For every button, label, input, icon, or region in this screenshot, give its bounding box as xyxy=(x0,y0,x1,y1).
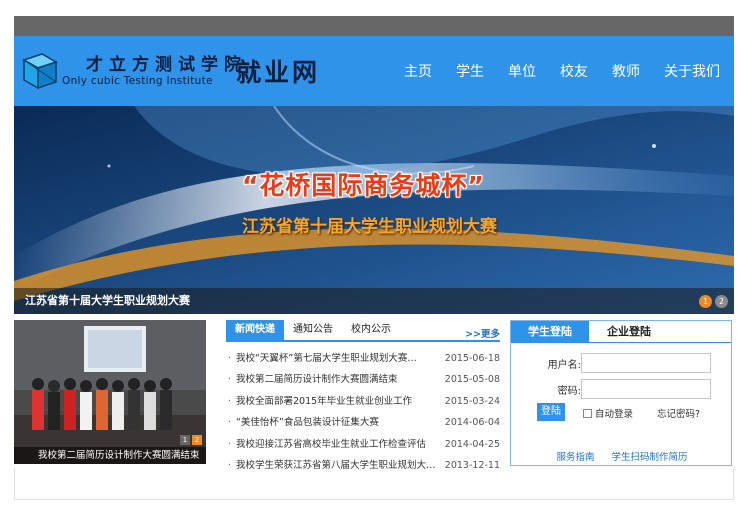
site-header: 才立方测试学院 Only cubic Testing Institute 就业网… xyxy=(14,36,734,106)
news-more-label: 更多 xyxy=(480,329,500,340)
content-frame-border xyxy=(14,468,734,500)
cube-logo-icon xyxy=(22,53,58,90)
top-strip xyxy=(14,16,734,36)
service-guide-link[interactable]: 服务指南 xyxy=(556,452,594,463)
news-item-date: 2015-03-24 xyxy=(444,395,500,407)
news-list: · 我校“天翼杯”第七届大学生职业规划大赛… 2015-06-18 · 我校第二… xyxy=(226,348,500,476)
bullet-icon: · xyxy=(228,395,232,407)
auto-login-toggle[interactable]: 自动登录 xyxy=(583,406,633,420)
news-item-title: 我校“天翼杯”第七届大学生职业规划大赛… xyxy=(236,353,417,364)
news-panel: 新闻快递 通知公告 校内公示 >>更多 · 我校“天翼杯”第七届大学生职业规划大… xyxy=(226,320,500,471)
bullet-icon: · xyxy=(228,374,232,386)
news-item[interactable]: · 我校全面部署2015年毕业生就业创业工作 2015-03-24 xyxy=(226,391,500,412)
news-item[interactable]: · 我校“天翼杯”第七届大学生职业规划大赛… 2015-06-18 xyxy=(226,348,500,369)
password-input[interactable] xyxy=(581,379,711,399)
password-label: 密码: xyxy=(557,386,581,397)
news-more-link[interactable]: >>更多 xyxy=(465,326,500,340)
news-item-date: 2014-04-25 xyxy=(444,438,500,450)
login-panel: 学生登陆 企业登陆 用户名: 密码: 登陆 自动登录 忘记密码? 服务指南 学生… xyxy=(510,320,732,466)
news-item-date: 2014-06-04 xyxy=(444,417,500,429)
bullet-icon: · xyxy=(228,438,232,450)
tab-campus-announcements[interactable]: 校内公示 xyxy=(342,320,400,340)
username-input[interactable] xyxy=(581,353,711,373)
banner-headline: “花桥国际商务城杯” xyxy=(242,171,485,200)
banner-subline: 江苏省第十届大学生职业规划大赛 xyxy=(242,217,497,237)
nav-home[interactable]: 主页 xyxy=(404,61,432,81)
news-photo-slider[interactable]: 1 2 我校第二届简历设计制作大赛圆满结束 xyxy=(14,320,206,464)
banner-dot-1[interactable]: 1 xyxy=(699,295,712,308)
news-item-title: 我校第二届简历设计制作大赛圆满结束 xyxy=(236,374,398,386)
news-item[interactable]: · 我校迎接江苏省高校毕业生就业工作检查评估 2014-04-25 xyxy=(226,434,500,455)
hero-banner[interactable]: “花桥国际商务城杯” 江苏省第十届大学生职业规划大赛 江苏省第十届大学生职业规划… xyxy=(14,106,734,314)
photo-page-2[interactable]: 2 xyxy=(192,435,202,445)
news-item[interactable]: · “美佳怡杯”食品包装设计征集大赛 2014-06-04 xyxy=(226,412,500,433)
username-row: 用户名: xyxy=(511,353,733,373)
login-button[interactable]: 登陆 xyxy=(537,403,565,421)
login-links: 服务指南 学生扫码制作简历 xyxy=(511,449,733,463)
banner-pager: 1 2 xyxy=(699,295,728,308)
tab-employer-login[interactable]: 企业登陆 xyxy=(589,321,669,343)
banner-caption: 江苏省第十届大学生职业规划大赛 xyxy=(25,294,190,307)
photo-pager: 1 2 xyxy=(180,435,202,445)
password-row: 密码: xyxy=(511,379,733,399)
news-item-title: 我校全面部署2015年毕业生就业创业工作 xyxy=(236,395,413,407)
auto-login-checkbox[interactable] xyxy=(583,408,592,418)
auto-login-label: 自动登录 xyxy=(595,409,634,420)
tab-student-login[interactable]: 学生登陆 xyxy=(511,321,589,343)
news-item[interactable]: · 我校第二届简历设计制作大赛圆满结束 2015-05-08 xyxy=(226,369,500,390)
page: 才立方测试学院 Only cubic Testing Institute 就业网… xyxy=(0,0,750,520)
nav-employers[interactable]: 单位 xyxy=(508,61,536,81)
news-tabs: 新闻快递 通知公告 校内公示 >>更多 xyxy=(226,320,500,342)
main-nav: 主页 学生 单位 校友 教师 关于我们 xyxy=(392,36,734,106)
bullet-icon: · xyxy=(228,353,232,364)
school-name-en: Only cubic Testing Institute xyxy=(62,75,213,87)
news-item-title: 我校迎接江苏省高校毕业生就业工作检查评估 xyxy=(236,438,427,450)
nav-about[interactable]: 关于我们 xyxy=(664,61,720,81)
news-item-date: 2015-06-18 xyxy=(444,353,500,364)
event-photo-image xyxy=(14,320,206,464)
nav-students[interactable]: 学生 xyxy=(456,61,484,81)
bullet-icon: · xyxy=(228,417,232,429)
tab-notices[interactable]: 通知公告 xyxy=(284,320,342,340)
scan-resume-link[interactable]: 学生扫码制作简历 xyxy=(612,452,688,463)
username-label: 用户名: xyxy=(547,360,581,371)
news-item-title: “美佳怡杯”食品包装设计征集大赛 xyxy=(236,417,379,429)
photo-page-1[interactable]: 1 xyxy=(180,435,190,445)
banner-swoosh-graphic xyxy=(14,106,734,314)
banner-dot-2[interactable]: 2 xyxy=(715,295,728,308)
tab-news[interactable]: 新闻快递 xyxy=(226,320,284,340)
school-name-cn: 才立方测试学院 xyxy=(86,55,247,75)
photo-caption: 我校第二届简历设计制作大赛圆满结束 xyxy=(38,450,200,461)
nav-alumni[interactable]: 校友 xyxy=(560,61,588,81)
double-chevron-icon: >> xyxy=(465,329,481,340)
news-item-date: 2015-05-08 xyxy=(444,374,500,386)
nav-teachers[interactable]: 教师 xyxy=(612,61,640,81)
login-tabs: 学生登陆 企业登陆 xyxy=(511,321,731,343)
forgot-password-link[interactable]: 忘记密码? xyxy=(657,406,700,420)
site-name: 就业网 xyxy=(236,58,321,87)
